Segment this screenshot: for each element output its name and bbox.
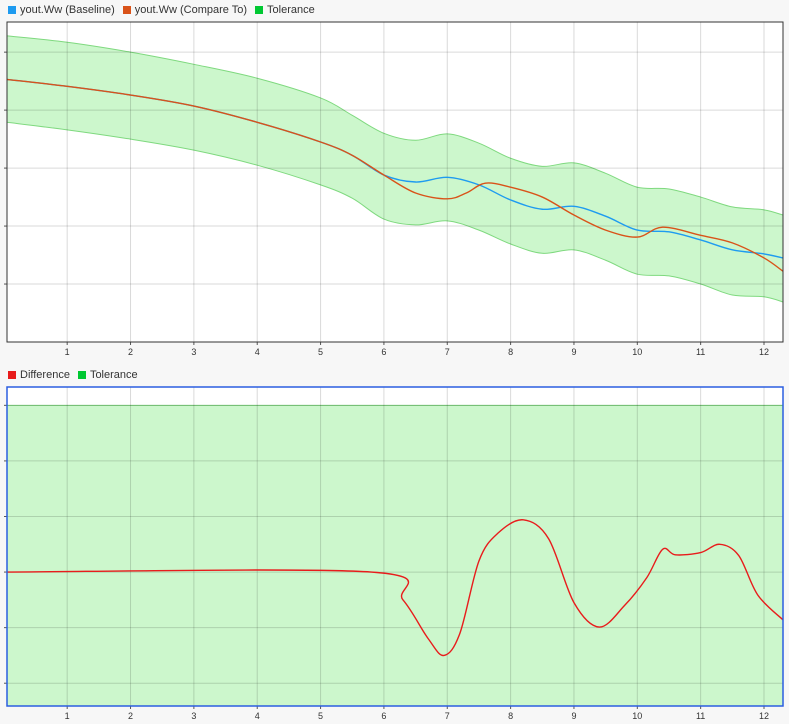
- x-tick-label: 3: [191, 347, 196, 357]
- x-tick-label: 9: [571, 347, 576, 357]
- x-tick-label: 11: [696, 711, 705, 721]
- x-tick-label: 12: [759, 711, 769, 721]
- x-tick-label: 2: [128, 347, 133, 357]
- x-tick-label: 2: [128, 711, 133, 721]
- x-tick-label: 11: [696, 347, 705, 357]
- x-tick-label: 6: [381, 711, 386, 721]
- x-tick-label: 3: [191, 711, 196, 721]
- x-tick-label: 7: [445, 347, 450, 357]
- x-tick-label: 5: [318, 711, 323, 721]
- comparison-plot[interactable]: 1 2 3 4 5 6 7 8 9 10 11 12: [4, 21, 784, 357]
- difference-plot[interactable]: 1 2 3 4 5 6 7 8 9 10 11 12: [4, 386, 784, 724]
- x-tick-label: 6: [381, 347, 386, 357]
- plots: 1 2 3 4 5 6 7 8 9 10 11 121 2 3 4 5 6 7 8 9 10 11 12: [4, 21, 784, 724]
- x-tick-label: 10: [632, 711, 642, 721]
- x-tick-label: 8: [508, 711, 513, 721]
- x-tick-label: 4: [255, 347, 260, 357]
- tolerance-band: [7, 405, 783, 706]
- x-tick-label: 10: [632, 347, 642, 357]
- x-tick-label: 7: [445, 711, 450, 721]
- x-tick-label: 1: [65, 347, 70, 357]
- x-tick-label: 8: [508, 347, 513, 357]
- x-tick-label: 12: [759, 347, 769, 357]
- x-tick-label: 9: [571, 711, 576, 721]
- x-tick-label: 5: [318, 347, 323, 357]
- x-tick-label: 4: [255, 711, 260, 721]
- x-tick-label: 1: [65, 711, 70, 721]
